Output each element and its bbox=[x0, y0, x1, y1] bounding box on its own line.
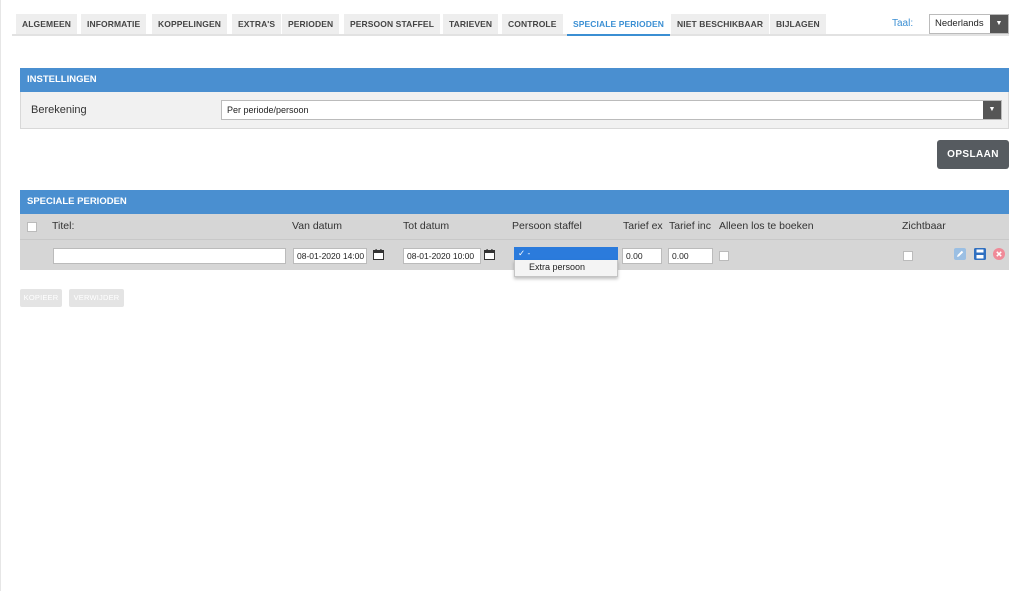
save-button[interactable]: OPSLAAN bbox=[937, 140, 1009, 169]
tab-tarieven[interactable]: TARIEVEN bbox=[443, 14, 499, 34]
language-value: Nederlands bbox=[935, 18, 984, 29]
from-date-input[interactable]: 08-01-2020 14:00 bbox=[293, 248, 367, 264]
calc-value: Per periode/persoon bbox=[227, 105, 309, 115]
settings-row: Berekening Per periode/persoon ▼ bbox=[20, 92, 1009, 129]
visible-checkbox[interactable] bbox=[903, 251, 913, 261]
select-all-checkbox[interactable] bbox=[27, 222, 37, 232]
col-rate-inc: Tarief inc bbox=[669, 220, 712, 232]
language-label: Taal: bbox=[892, 18, 914, 29]
tab-koppelingen[interactable]: KOPPELINGEN bbox=[152, 14, 227, 34]
calendar-icon[interactable] bbox=[373, 249, 384, 260]
tab-algemeen[interactable]: ALGEMEEN bbox=[16, 14, 77, 34]
col-only-separate: Alleen los te boeken bbox=[719, 220, 814, 232]
to-date-input[interactable]: 08-01-2020 10:00 bbox=[403, 248, 481, 264]
delete-icon[interactable] bbox=[993, 248, 1005, 260]
special-periods-header: SPECIALE PERIODEN bbox=[20, 190, 1009, 214]
table-row: 08-01-2020 14:00 08-01-2020 10:00 ✓ - Ex… bbox=[20, 239, 1009, 277]
tab-extras[interactable]: EXTRA'S bbox=[232, 14, 282, 34]
title-input[interactable] bbox=[53, 248, 286, 264]
only-separate-checkbox[interactable] bbox=[719, 251, 729, 261]
rate-inc-input[interactable]: 0.00 bbox=[668, 248, 713, 264]
tab-bijlagen[interactable]: BIJLAGEN bbox=[770, 14, 826, 34]
calendar-icon[interactable] bbox=[484, 249, 495, 260]
col-title: Titel: bbox=[52, 220, 75, 232]
table-header: Titel: Van datum Tot datum Persoon staff… bbox=[20, 214, 1009, 239]
save-icon[interactable] bbox=[974, 248, 986, 260]
col-visible: Zichtbaar bbox=[902, 220, 946, 232]
delete-button[interactable]: VERWIJDER bbox=[69, 289, 124, 307]
settings-panel-header: INSTELLINGEN bbox=[20, 68, 1009, 92]
col-person-staffel: Persoon staffel bbox=[512, 220, 582, 232]
window-edge bbox=[0, 0, 1, 591]
tab-bar: ALGEMEEN INFORMATIE KOPPELINGEN EXTRA'S … bbox=[12, 14, 1009, 36]
col-to-date: Tot datum bbox=[403, 220, 450, 232]
col-from-date: Van datum bbox=[292, 220, 343, 232]
col-rate-ex: Tarief ex bbox=[623, 220, 663, 232]
chevron-down-icon: ▼ bbox=[990, 15, 1008, 33]
person-staffel-option-selected[interactable]: ✓ - bbox=[514, 247, 618, 260]
tab-speciale-perioden[interactable]: SPECIALE PERIODEN bbox=[567, 14, 670, 36]
tab-niet-beschikbaar[interactable]: NIET BESCHIKBAAR bbox=[671, 14, 770, 34]
language-select[interactable]: Nederlands ▼ bbox=[929, 14, 1009, 34]
chevron-down-icon: ▼ bbox=[983, 101, 1001, 119]
tab-persoon-staffel[interactable]: PERSOON STAFFEL bbox=[344, 14, 440, 34]
rate-ex-input[interactable]: 0.00 bbox=[622, 248, 662, 264]
tab-controle[interactable]: CONTROLE bbox=[502, 14, 563, 34]
copy-button[interactable]: KOPIEER bbox=[20, 289, 62, 307]
tab-informatie[interactable]: INFORMATIE bbox=[81, 14, 147, 34]
edit-icon[interactable] bbox=[954, 248, 966, 260]
calc-select[interactable]: Per periode/persoon ▼ bbox=[221, 100, 1002, 120]
person-staffel-option-extra[interactable]: Extra persoon bbox=[514, 260, 618, 277]
calc-label: Berekening bbox=[31, 104, 87, 116]
tab-perioden[interactable]: PERIODEN bbox=[282, 14, 340, 34]
